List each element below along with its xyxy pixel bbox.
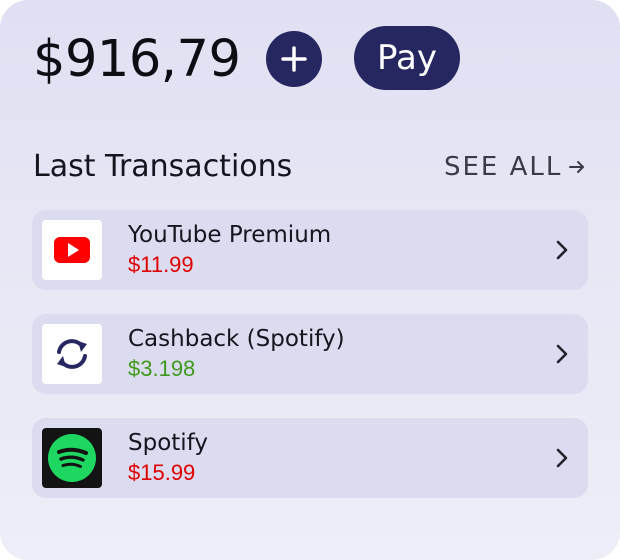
transaction-amount: $15.99 bbox=[128, 460, 196, 485]
transaction-row-youtube-premium[interactable]: YouTube Premium $11.99 bbox=[32, 210, 588, 290]
chevron-right-icon bbox=[556, 448, 568, 468]
refresh-icon bbox=[42, 324, 102, 384]
plus-icon bbox=[281, 46, 307, 72]
add-money-button[interactable] bbox=[266, 31, 322, 87]
transaction-name: Cashback (Spotify) bbox=[128, 326, 345, 352]
chevron-right-icon bbox=[556, 344, 568, 364]
pay-button[interactable]: Pay bbox=[354, 26, 460, 90]
see-all-label: SEE ALL bbox=[444, 152, 563, 182]
see-all-link[interactable]: SEE ALL bbox=[444, 148, 586, 186]
transaction-row-cashback-spotify[interactable]: Cashback (Spotify) $3.198 bbox=[32, 314, 588, 394]
youtube-icon bbox=[42, 220, 102, 280]
arrow-right-icon bbox=[569, 161, 585, 173]
section-title: Last Transactions bbox=[33, 149, 293, 184]
transaction-name: YouTube Premium bbox=[128, 222, 332, 248]
chevron-right-icon bbox=[556, 240, 568, 260]
transaction-amount: $3.198 bbox=[128, 356, 196, 381]
spotify-icon bbox=[42, 428, 102, 488]
balance-amount: $916,79 bbox=[33, 30, 241, 89]
transaction-amount: $11.99 bbox=[128, 252, 194, 277]
wallet-card: $916,79 Pay Last Transactions SEE ALL Yo… bbox=[0, 0, 620, 560]
transaction-row-spotify[interactable]: Spotify $15.99 bbox=[32, 418, 588, 498]
transaction-name: Spotify bbox=[128, 430, 208, 456]
